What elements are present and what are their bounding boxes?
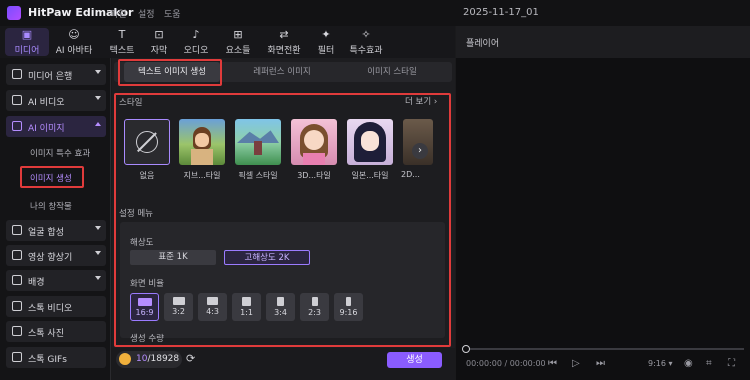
toolbar-audio[interactable]: ♪ 오디오 [176,27,216,57]
refresh-icon[interactable]: ⟳ [186,352,195,365]
project-name: 2025-11-17_01 [463,7,539,18]
app-logo-icon [7,6,21,20]
sidebar-item-enhancer[interactable]: 영상 향상기 [6,245,106,266]
generation-count-label: 생성 수량 [130,334,164,344]
ratio-3-4[interactable]: 3:4 [266,293,295,321]
style-section-label: 스타일 [119,98,143,108]
aspect-ratio-label: 화면 비율 [130,279,164,289]
elements-icon: ⊞ [233,28,243,41]
toolbar-transition[interactable]: ⇄ 화면전환 [264,27,304,57]
chevron-down-icon [95,226,101,230]
player-header [456,26,750,58]
camera-icon[interactable]: ◉ [684,358,693,369]
player-panel [456,26,750,380]
sidebar-item-stock-gifs[interactable]: 스톡 GIFs [6,347,106,368]
face-icon [12,225,22,235]
menu-file[interactable]: 파일 [110,7,127,20]
skip-back-icon[interactable]: ⏮ [548,358,557,369]
timecode: 00:00:00 / 00:00:00 [466,359,546,368]
style-card-3d[interactable] [291,119,337,165]
style-label-ghibli: 지브...타일 [183,171,221,180]
sidebar-item-media-bank[interactable]: 미디어 은행 [6,64,106,85]
highlight-box-tab [118,59,222,86]
photo-icon [12,326,22,336]
play-icon[interactable]: ▷ [572,358,580,369]
transition-icon: ⇄ [279,28,289,41]
timeline-handle[interactable] [462,345,470,353]
toolbar-effects[interactable]: ✧ 특수효과 [346,27,386,57]
ratio-9-16[interactable]: 9:16 [334,293,363,321]
sidebar-item-face-swap[interactable]: 얼굴 합성 [6,220,106,241]
toolbar-subtitle[interactable]: ⊡ 자막 [139,27,179,57]
sidebar-item-stock-video[interactable]: 스톡 비디오 [6,296,106,317]
tab-image-style[interactable]: 이미지 스타일 [342,62,442,82]
skip-forward-icon[interactable]: ⏭ [596,358,605,369]
style-card-none[interactable] [124,119,170,165]
style-label-3d: 3D...타일 [297,171,331,180]
resolution-label: 해상도 [130,238,154,248]
resolution-standard-1k[interactable]: 표준 1K [130,250,216,265]
filter-icon: ✦ [321,28,331,41]
subtitle-icon: ⊡ [154,28,164,41]
toolbar-text[interactable]: T 텍스트 [102,27,142,57]
player-timeline[interactable] [464,348,744,350]
style-label-pixel: 픽셀 스타일 [238,171,278,180]
sidebar-sub-image-effects[interactable]: 이미지 특수 효과 [30,147,90,159]
toolbar-elements[interactable]: ⊞ 요소들 [218,27,258,57]
ratio-1-1[interactable]: 1:1 [232,293,261,321]
menu-help[interactable]: 도움 [164,7,181,20]
effects-icon: ✧ [361,28,371,41]
ratio-3-2[interactable]: 3:2 [164,293,193,321]
gif-icon [12,352,22,362]
player-ratio[interactable]: 9:16 ▾ [648,359,673,368]
fullscreen-icon[interactable]: ⛶ [728,358,735,369]
style-label-2d: 2D... [401,170,420,179]
sidebar-item-stock-photo[interactable]: 스톡 사진 [6,321,106,342]
background-icon [12,275,22,285]
settings-menu-label: 설정 메뉴 [119,209,153,219]
media-icon: ▣ [21,28,33,41]
sidebar-sub-image-generate[interactable]: 이미지 생성 [30,172,72,184]
toolbar-media[interactable]: ▣ 미디어 [7,27,47,57]
ratio-16-9[interactable]: 16:9 [130,293,159,321]
resolution-high-2k[interactable]: 고해상도 2K [224,250,310,265]
toolbar-filter[interactable]: ✦ 필터 [306,27,346,57]
style-card-anime[interactable] [347,119,393,165]
avatar-icon: ☺ [68,28,80,41]
chevron-down-icon [95,251,101,255]
ratio-4-3[interactable]: 4:3 [198,293,227,321]
tab-reference-image[interactable]: 레퍼런스 이미지 [232,62,332,82]
menu-settings[interactable]: 설정 [138,7,155,20]
chevron-up-icon [95,122,101,126]
sidebar-item-ai-video[interactable]: AI 비디오 [6,90,106,111]
folder-icon [12,69,22,79]
style-label-anime: 일본...타일 [351,171,389,180]
style-label-none: 없음 [139,171,155,180]
chevron-down-icon [95,96,101,100]
credits-value: 10/18928 [136,354,180,364]
play-icon [12,301,22,311]
ratio-2-3[interactable]: 2:3 [300,293,329,321]
toolbar-ai-avatar[interactable]: ☺ AI 아바타 [54,27,94,57]
player-title: 플레이어 [466,39,500,49]
image-icon [12,121,22,131]
sidebar-sub-my-creations[interactable]: 나의 창작물 [30,200,72,212]
chevron-right-icon[interactable]: › [412,143,428,159]
sidebar-item-ai-image[interactable]: AI 이미지 [6,116,106,137]
text-icon: T [118,28,126,41]
crop-icon[interactable]: ⌗ [706,358,712,369]
video-icon [12,95,22,105]
coin-icon [119,353,131,365]
chevron-down-icon [95,70,101,74]
style-card-pixel[interactable] [235,119,281,165]
more-link[interactable]: 더 보기 › [405,95,437,107]
enhance-icon [12,250,22,260]
audio-icon: ♪ [192,28,200,41]
style-card-ghibli[interactable] [179,119,225,165]
sidebar-item-background[interactable]: 배경 [6,270,106,291]
generate-button[interactable]: 생성 [387,352,442,368]
chevron-down-icon [95,276,101,280]
